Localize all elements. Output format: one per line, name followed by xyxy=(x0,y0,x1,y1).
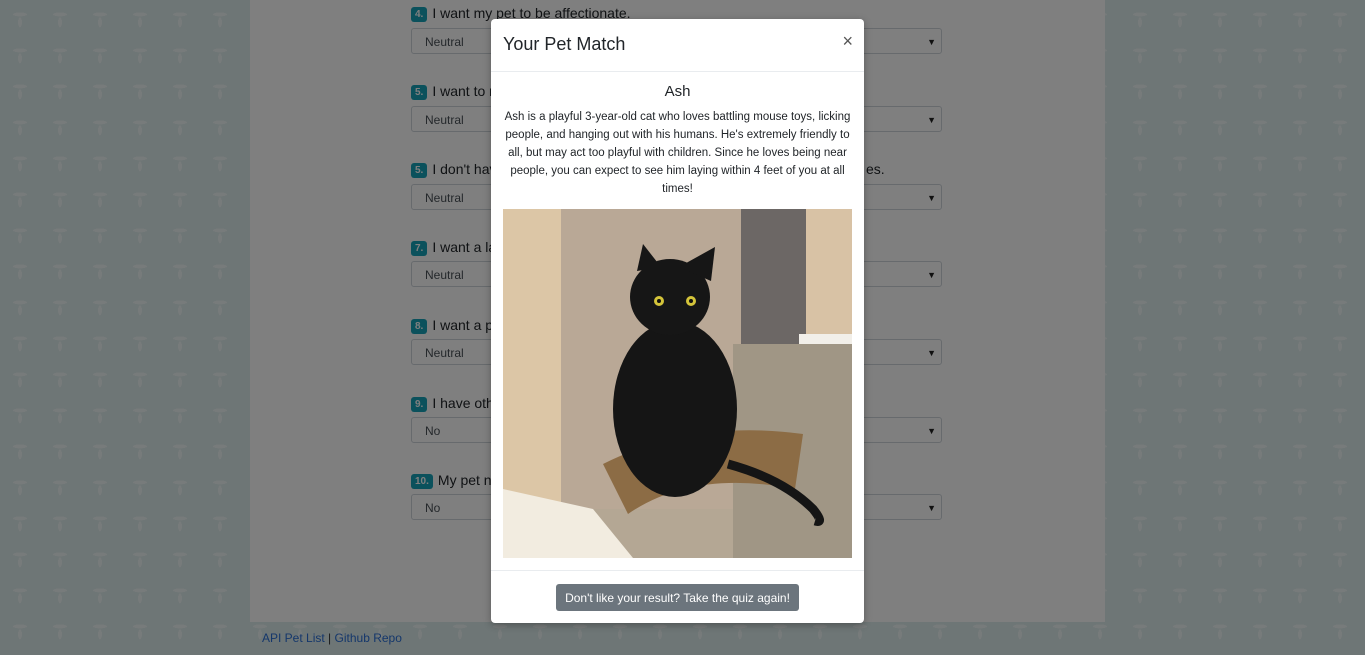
pet-match-modal: Your Pet Match × Ash Ash is a playful 3-… xyxy=(491,19,864,623)
modal-header: Your Pet Match × xyxy=(491,19,864,72)
modal-title: Your Pet Match xyxy=(503,34,626,54)
pet-name: Ash xyxy=(664,83,691,100)
retake-quiz-button[interactable]: Don't like your result? Take the quiz ag… xyxy=(556,584,799,611)
pet-description: Ash is a playful 3-year-old cat who love… xyxy=(504,111,851,195)
modal-footer: Don't like your result? Take the quiz ag… xyxy=(491,570,864,624)
pet-photo xyxy=(503,209,852,558)
close-icon[interactable]: × xyxy=(842,31,853,52)
cat-photo-illustration xyxy=(503,209,852,558)
